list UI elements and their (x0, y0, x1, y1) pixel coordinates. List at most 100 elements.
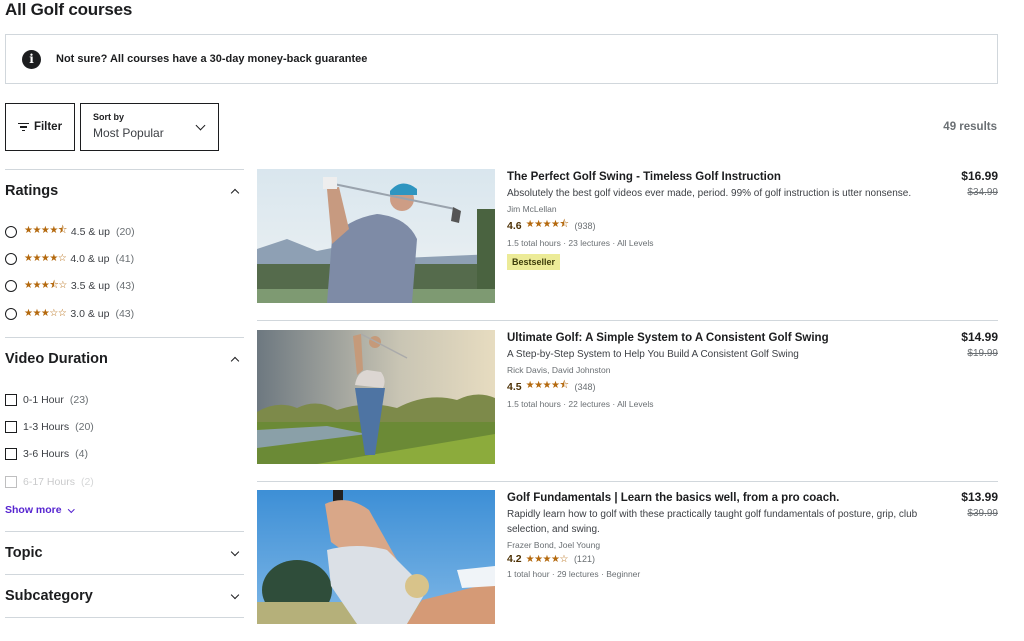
rating-option-count: (41) (115, 252, 135, 265)
original-price: $39.99 (967, 508, 998, 519)
show-more-label: Show more (5, 504, 62, 517)
course-price: $16.99 $34.99 (961, 169, 998, 198)
duration-option-count: (23) (69, 393, 89, 406)
rating-option-3-0[interactable]: ★★★☆☆ 3.0 & up (43) (5, 300, 244, 327)
rating-option-label: 4.0 & up (70, 252, 110, 265)
course-rating: 4.5 ★★★★⯪ (348) (507, 378, 927, 395)
checkbox[interactable] (5, 475, 17, 488)
video-duration-header[interactable]: Video Duration (5, 338, 244, 380)
chevron-up-icon (230, 356, 240, 366)
original-price: $34.99 (967, 187, 998, 198)
star-rating-icon: ★★★★☆ (24, 253, 67, 265)
review-count: (121) (573, 554, 595, 564)
star-rating-icon: ★★★★⯪ (24, 225, 67, 237)
duration-option-label: 1-3 Hours (23, 421, 70, 434)
rating-option-count: (20) (115, 225, 135, 238)
course-title[interactable]: Ultimate Golf: A Simple System to A Cons… (507, 331, 927, 345)
review-count: (348) (574, 381, 596, 392)
course-thumbnail[interactable] (257, 169, 495, 303)
checkbox[interactable] (5, 448, 17, 461)
course-price: $14.99 $19.99 (961, 330, 998, 359)
review-count: (938) (574, 220, 596, 231)
duration-option-count: (20) (75, 421, 94, 434)
current-price: $16.99 (961, 169, 998, 183)
rating-option-label: 4.5 & up (70, 225, 110, 238)
page-title: All Golf courses (5, 0, 133, 19)
topic-header[interactable]: Topic (5, 532, 244, 574)
radio-button[interactable] (5, 280, 17, 293)
rating-option-4-5[interactable]: ★★★★⯪ 4.5 & up (20) (5, 218, 244, 245)
course-instructors: Frazer Bond, Joel Young (507, 540, 601, 550)
rating-value: 4.2 (507, 553, 522, 565)
course-meta: 1.5 total hours · 22 lectures · All Leve… (507, 399, 654, 409)
course-thumbnail[interactable] (257, 330, 495, 464)
filter-label: Filter (33, 121, 63, 133)
duration-option-label: 6-17 Hours (23, 475, 75, 488)
star-rating-icon: ★★★⯪☆ (24, 279, 67, 291)
sort-label: Sort by (93, 112, 125, 122)
duration-option-label: 3-6 Hours (23, 448, 70, 461)
checkbox[interactable] (5, 393, 17, 406)
duration-option-label: 0-1 Hour (23, 393, 64, 406)
duration-option-6-17[interactable]: 6-17 Hours (2) (5, 468, 244, 495)
rating-option-count: (43) (115, 280, 135, 293)
duration-option-count: (2) (80, 475, 94, 488)
show-more-button[interactable]: Show more (5, 495, 244, 531)
star-rating-icon: ★★★★⯪ (525, 380, 569, 391)
topic-title: Topic (5, 545, 43, 562)
filter-button[interactable]: Filter (5, 103, 75, 151)
course-title[interactable]: Golf Fundamentals | Learn the basics wel… (507, 491, 927, 505)
current-price: $14.99 (961, 330, 998, 344)
star-rating-icon: ★★★★☆ (525, 553, 569, 565)
ratings-section: Ratings ★★★★⯪ 4.5 & up (20) ★★★★☆ 4.0 & … (5, 169, 244, 337)
checkbox[interactable] (5, 421, 17, 434)
course-rating: 4.2 ★★★★☆ (121) (507, 553, 927, 565)
subcategory-header[interactable]: Subcategory (5, 575, 244, 617)
course-card[interactable]: Golf Fundamentals | Learn the basics wel… (257, 490, 998, 641)
sort-select[interactable]: Sort by Most Popular (80, 103, 219, 151)
rating-value: 4.5 (507, 380, 522, 393)
chevron-down-icon (230, 590, 240, 600)
star-rating-icon: ★★★★⯪ (525, 219, 569, 230)
course-instructors: Jim McLellan (507, 204, 557, 214)
guarantee-notice: i Not sure? All courses have a 30-day mo… (5, 34, 998, 84)
course-card[interactable]: The Perfect Golf Swing - Timeless Golf I… (257, 169, 998, 321)
course-card[interactable]: Ultimate Golf: A Simple System to A Cons… (257, 330, 998, 482)
radio-button[interactable] (5, 252, 17, 265)
duration-option-0-1[interactable]: 0-1 Hour (23) (5, 386, 244, 413)
rating-value: 4.6 (507, 219, 522, 232)
duration-option-3-6[interactable]: 3-6 Hours (4) (5, 441, 244, 468)
results-count: 49 results (943, 121, 997, 133)
notice-text: Not sure? All courses have a 30-day mone… (56, 53, 368, 65)
rating-option-3-5[interactable]: ★★★⯪☆ 3.5 & up (43) (5, 273, 244, 300)
course-meta: 1 total hour · 29 lectures · Beginner (507, 569, 641, 579)
course-meta: 1.5 total hours · 23 lectures · All Leve… (507, 238, 654, 248)
rating-option-4-0[interactable]: ★★★★☆ 4.0 & up (41) (5, 245, 244, 272)
course-instructors: Rick Davis, David Johnston (507, 365, 611, 375)
filter-icon (17, 123, 29, 131)
rating-option-label: 3.0 & up (70, 307, 110, 320)
radio-button[interactable] (5, 225, 17, 238)
ratings-header[interactable]: Ratings (5, 170, 244, 212)
course-thumbnail[interactable] (257, 490, 495, 624)
topic-section: Topic (5, 531, 244, 574)
star-rating-icon: ★★★☆☆ (24, 308, 67, 320)
filter-sidebar: Ratings ★★★★⯪ 4.5 & up (20) ★★★★☆ 4.0 & … (5, 169, 244, 619)
course-description: Absolutely the best golf videos ever mad… (507, 188, 912, 199)
duration-option-1-3[interactable]: 1-3 Hours (20) (5, 413, 244, 440)
course-description: A Step-by-Step System to Help You Build … (507, 349, 799, 360)
bestseller-badge: Bestseller (507, 254, 561, 270)
chevron-up-icon (230, 188, 240, 198)
rating-option-count: (43) (115, 307, 135, 320)
course-description: Rapidly learn how to golf with these pra… (507, 509, 918, 535)
current-price: $13.99 (961, 490, 998, 504)
ratings-title: Ratings (5, 183, 59, 199)
chevron-down-icon (67, 505, 75, 513)
radio-button[interactable] (5, 307, 17, 320)
subcategory-section: Subcategory (5, 574, 244, 619)
rating-option-label: 3.5 & up (70, 280, 110, 293)
chevron-down-icon (230, 547, 240, 557)
info-icon: i (22, 49, 41, 69)
course-title[interactable]: The Perfect Golf Swing - Timeless Golf I… (507, 170, 927, 184)
sort-value: Most Popular (93, 126, 164, 140)
